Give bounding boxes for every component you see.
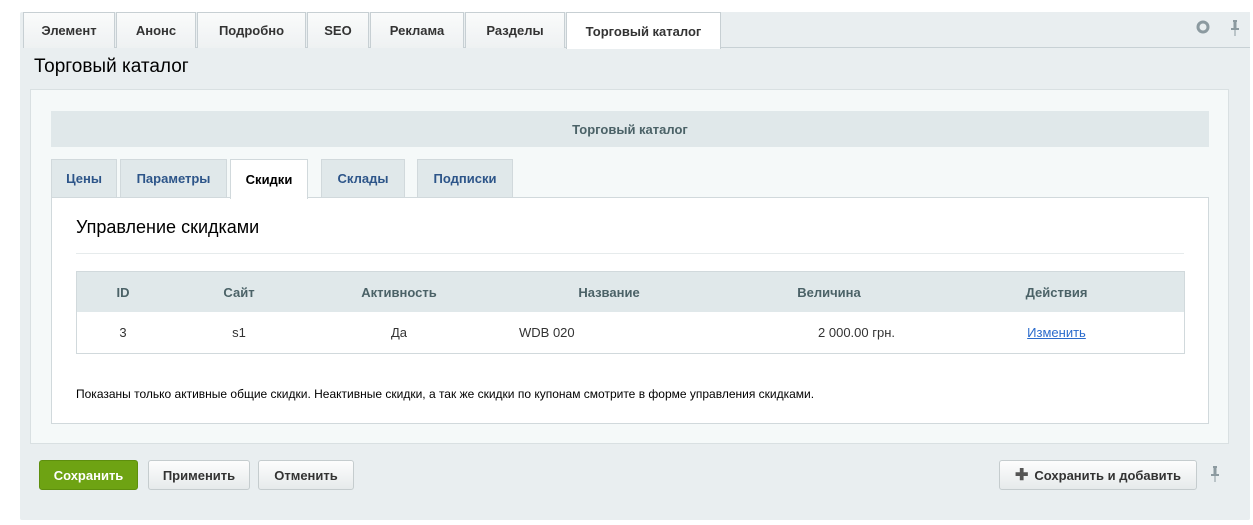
subtab-subscriptions[interactable]: Подписки: [417, 159, 513, 197]
gear-icon[interactable]: [1194, 20, 1212, 38]
panel-title: Управление скидками: [76, 217, 260, 237]
save-button[interactable]: Сохранить: [39, 460, 138, 490]
tab-ads[interactable]: Реклама: [370, 12, 464, 48]
info-note: Показаны только активные общие скидки. Н…: [76, 387, 815, 401]
cell-value: 2 000.00 грн.: [818, 325, 895, 340]
column-header-active: Активность: [361, 284, 437, 300]
plus-icon: ✚: [1014, 467, 1029, 484]
edit-form: Элемент Анонс Подробно SEO Реклама Разде…: [20, 12, 1250, 520]
subtab-discounts[interactable]: Скидки: [230, 159, 308, 199]
tab-sections[interactable]: Разделы: [465, 12, 565, 48]
top-tabs: Элемент Анонс Подробно SEO Реклама Разде…: [23, 12, 1250, 49]
tab-trade-catalog[interactable]: Торговый каталог: [566, 12, 721, 49]
cell-id: 3: [119, 325, 127, 340]
pin-icon[interactable]: [1226, 20, 1244, 38]
tab-element[interactable]: Элемент: [23, 12, 115, 48]
subtab-prices[interactable]: Цены: [51, 159, 117, 197]
discounts-panel: Управление скидками ID Сайт Активность Н…: [51, 197, 1209, 424]
table-header-row: ID Сайт Активность Название Величина Дей…: [77, 272, 1184, 312]
apply-button[interactable]: Применить: [148, 460, 250, 490]
section-header: Торговый каталог: [51, 111, 1209, 147]
column-header-name: Название: [578, 284, 640, 300]
cell-name: WDB 020: [519, 325, 575, 340]
table-row: 3 s1 Да WDB 020 2 000.00 грн. Изменить: [77, 312, 1184, 353]
column-header-id: ID: [116, 284, 130, 300]
save-and-add-button[interactable]: ✚ Сохранить и добавить: [999, 460, 1197, 490]
cell-active: Да: [390, 325, 408, 340]
cell-site: s1: [232, 325, 246, 340]
save-and-add-label: Сохранить и добавить: [1034, 467, 1182, 483]
tab-seo[interactable]: SEO: [307, 12, 369, 48]
tab-details[interactable]: Подробно: [197, 12, 306, 48]
pin-icon[interactable]: [1210, 466, 1220, 485]
cell-actions: Изменить: [929, 312, 1184, 353]
page-title: Торговый каталог: [34, 56, 189, 77]
column-header-value: Величина: [797, 284, 861, 300]
divider: [76, 253, 1184, 254]
discounts-table: ID Сайт Активность Название Величина Дей…: [76, 271, 1185, 354]
column-header-site: Сайт: [223, 284, 255, 300]
edit-link[interactable]: Изменить: [1027, 325, 1086, 340]
top-icons: [1194, 20, 1244, 38]
subtab-parameters[interactable]: Параметры: [120, 159, 227, 197]
tab-announce[interactable]: Анонс: [116, 12, 196, 48]
cancel-button[interactable]: Отменить: [258, 460, 354, 490]
subtab-stores[interactable]: Склады: [321, 159, 405, 197]
catalog-section: Торговый каталог Цены Параметры Скидки С…: [30, 89, 1229, 444]
column-header-actions: Действия: [1025, 284, 1088, 300]
